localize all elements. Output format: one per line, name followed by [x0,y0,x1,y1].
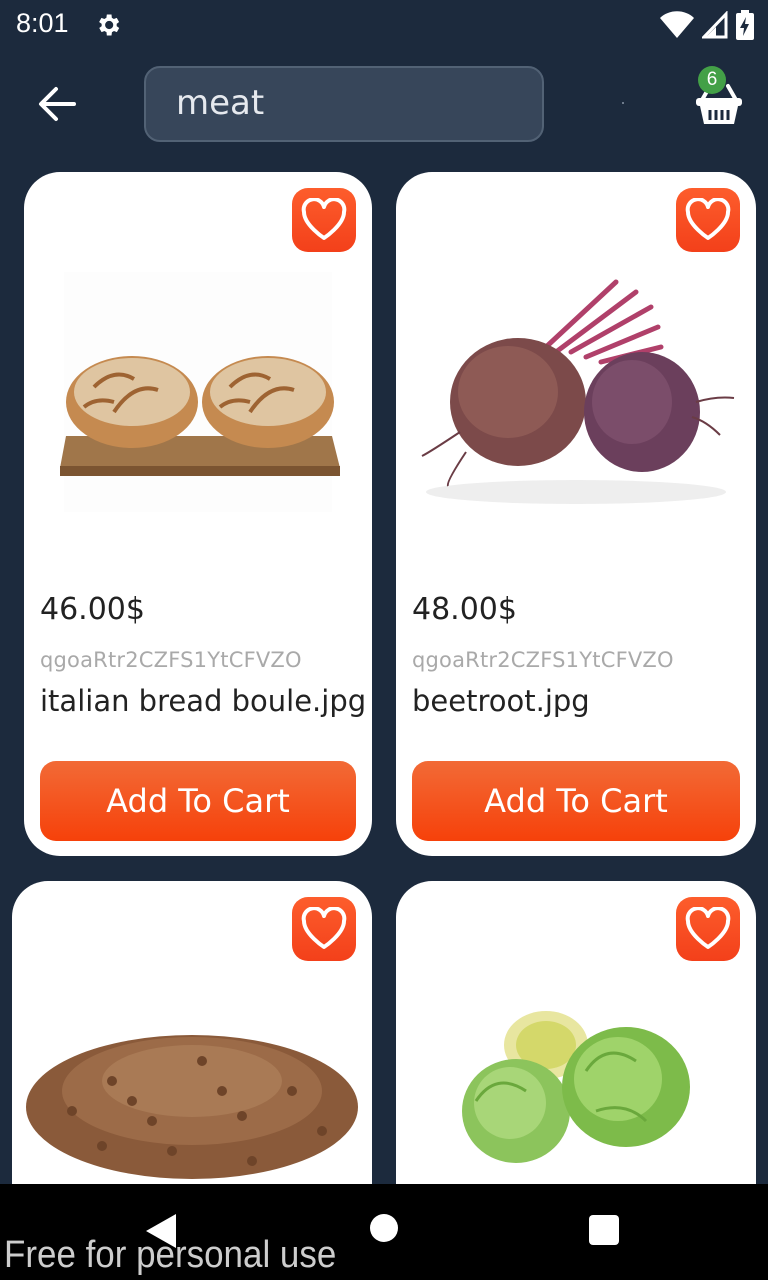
bread-image [60,272,340,512]
search-input[interactable] [176,78,516,128]
status-time: 8:01 [16,8,69,38]
product-id: qgoaRtr2CZFS1YtCFVZO [40,648,302,672]
product-card[interactable]: 48.00$ qgoaRtr2CZFS1YtCFVZO beetroot.jpg… [396,172,756,856]
add-to-cart-button[interactable]: Add To Cart [412,761,740,841]
decor-dot [622,102,624,104]
status-bar: 8:01 [0,0,768,50]
beetroot-image [421,279,735,504]
product-id: qgoaRtr2CZFS1YtCFVZO [412,648,674,672]
status-icons [660,10,754,40]
signal-icon [702,11,728,39]
cart-button[interactable]: 6 [694,66,746,128]
arrow-left-icon[interactable] [34,84,78,124]
product-card[interactable]: 46.00$ qgoaRtr2CZFS1YtCFVZO italian brea… [24,172,372,856]
wifi-icon [660,11,694,38]
product-price: 46.00$ [40,592,145,627]
product-name: beetroot.jpg [412,684,590,718]
add-to-cart-button[interactable]: Add To Cart [40,761,356,841]
nav-home-icon[interactable] [370,1214,398,1242]
search-field[interactable] [144,66,544,142]
top-bar: 6 [0,56,768,152]
product-price: 48.00$ [412,592,517,627]
cart-count-badge: 6 [698,66,726,94]
gear-icon [99,14,120,36]
battery-icon [736,10,754,40]
nav-recent-icon[interactable] [589,1215,619,1245]
watermark-text: Free for personal use [4,1234,337,1276]
product-name: italian bread boule.jpg [40,684,367,718]
